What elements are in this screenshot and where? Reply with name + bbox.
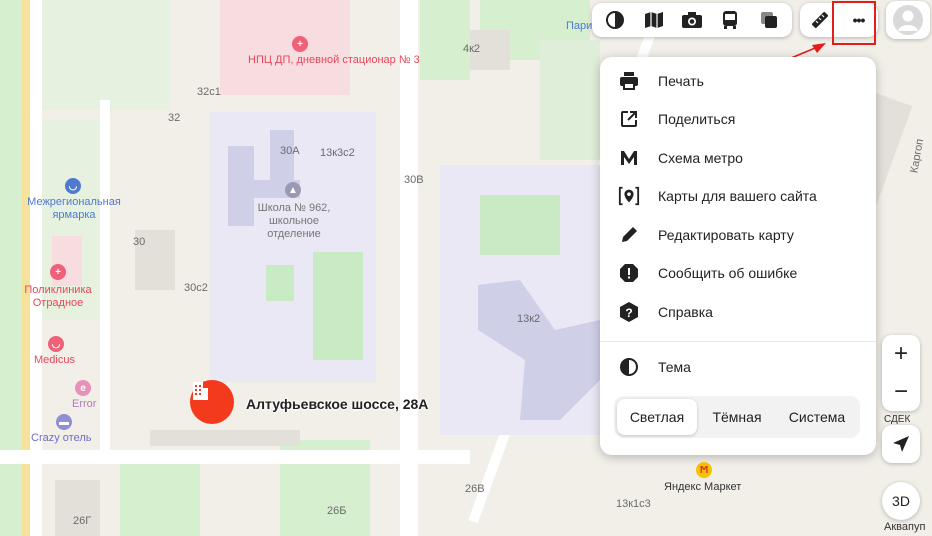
building-number: 26В [465, 483, 485, 495]
3d-button[interactable]: 3D [882, 482, 920, 520]
menu-item-report-error[interactable]: Сообщить об ошибке [600, 254, 876, 292]
menu-item-label: Сообщить об ошибке [658, 265, 798, 281]
photo-button[interactable] [676, 5, 708, 35]
address-label: Алтуфьевское шоссе, 28А [246, 396, 429, 412]
poi-label-crazy: Crazy отель [31, 432, 92, 444]
avatar-icon [893, 5, 923, 35]
menu-item-metro[interactable]: Схема метро [600, 139, 876, 177]
poi-label-npc: НПЦ ДП, дневной стационар № 3 [248, 54, 420, 66]
menu-item-label: Справка [658, 304, 713, 320]
locate-button[interactable] [882, 425, 920, 463]
building-icon [193, 382, 208, 400]
map-toolbar [592, 3, 792, 37]
building-number: 30А [280, 145, 300, 157]
theme-option-light[interactable]: Светлая [617, 399, 697, 435]
help-icon: ? [618, 301, 640, 323]
map-pin-code-icon [618, 185, 640, 207]
user-avatar-button[interactable] [886, 1, 930, 39]
menu-item-maps-for-site[interactable]: Карты для вашего сайта [600, 177, 876, 215]
poi-label-school: Школа № 962, школьное отделение [257, 202, 331, 240]
basket-icon[interactable]: ◡ [65, 178, 81, 194]
market-icon[interactable]: Ϻ [696, 462, 712, 478]
layers-icon [606, 11, 625, 29]
building-number: 30с2 [184, 282, 208, 294]
zoom-control: + − [882, 335, 920, 411]
overlay-button[interactable] [753, 5, 785, 35]
theme-option-dark[interactable]: Тёмная [698, 399, 776, 435]
camera-icon [681, 12, 702, 28]
bus-icon [723, 11, 738, 29]
poi-label-clinic: Поликлиника Отрадное [24, 284, 92, 309]
poi-label-pari: Пари [566, 20, 593, 32]
building-number: 30 [133, 236, 146, 248]
metro-m-icon [618, 147, 640, 169]
menu-item-label: Карты для вашего сайта [658, 188, 817, 204]
hotel-bed-icon[interactable]: ▬ [56, 414, 72, 430]
menu-item-print[interactable]: Печать [600, 62, 876, 100]
tooth-icon[interactable]: ◡ [48, 336, 64, 352]
ruler-icon [811, 11, 828, 29]
menu-item-share[interactable]: Поделиться [600, 100, 876, 138]
navigation-arrow-icon [893, 436, 909, 452]
building-number: 4к2 [463, 43, 481, 55]
more-menu: Печать Поделиться Схема метро Карты для … [600, 57, 876, 455]
building-number: 26Б [327, 505, 347, 517]
3d-label: 3D [892, 493, 910, 509]
menu-item-label: Печать [658, 73, 704, 89]
highlight-box [832, 1, 876, 45]
theme-option-system[interactable]: Система [777, 399, 857, 435]
menu-item-label: Схема метро [658, 150, 743, 166]
poi-label-akvapup: Аквапуп [884, 521, 926, 533]
share-icon [618, 108, 640, 130]
transport-button[interactable] [714, 5, 746, 35]
pencil-icon [618, 224, 640, 246]
panorama-button[interactable] [638, 5, 670, 35]
alert-icon [618, 262, 640, 284]
poi-label-cdek: СДЕК [884, 414, 911, 425]
poi-label-fair: Межрегиональная ярмарка [27, 196, 121, 221]
svg-text:?: ? [625, 306, 632, 320]
zoom-out-button[interactable]: − [882, 373, 920, 411]
address-pin[interactable] [190, 380, 234, 424]
building-number: 32 [168, 112, 181, 124]
menu-item-edit-map[interactable]: Редактировать карту [600, 216, 876, 254]
layers-button[interactable] [599, 5, 631, 35]
poi-label-error: Error [72, 398, 97, 410]
menu-item-label: Тема [658, 359, 691, 375]
building-number: 13к1с3 [616, 498, 651, 510]
theme-selector: Светлая Тёмная Система [614, 396, 860, 438]
building-number: 13к3с2 [320, 147, 355, 159]
hospital-icon[interactable]: + [50, 264, 66, 280]
menu-item-theme: Тема [600, 348, 876, 386]
ruler-button[interactable] [804, 5, 836, 35]
hospital-icon[interactable]: + [292, 36, 308, 52]
building-number: 26Г [73, 515, 92, 527]
printer-icon [618, 70, 640, 92]
menu-item-label: Поделиться [658, 111, 736, 127]
map-book-icon [644, 12, 663, 28]
menu-item-help[interactable]: ? Справка [600, 293, 876, 331]
zoom-in-button[interactable]: + [882, 335, 920, 373]
menu-divider [600, 341, 876, 342]
theme-icon [618, 356, 640, 378]
poi-label-market: Яндекс Маркет [664, 481, 742, 493]
building-number: 30В [404, 174, 424, 186]
building-number: 32с1 [197, 86, 221, 98]
building-number: 13к2 [517, 313, 541, 325]
menu-item-label: Редактировать карту [658, 227, 794, 243]
school-icon[interactable]: ▲ [285, 182, 301, 198]
error-icon[interactable]: e [75, 380, 91, 396]
poi-label-medicus: Medicus [34, 354, 75, 366]
stack-icon [760, 12, 777, 28]
